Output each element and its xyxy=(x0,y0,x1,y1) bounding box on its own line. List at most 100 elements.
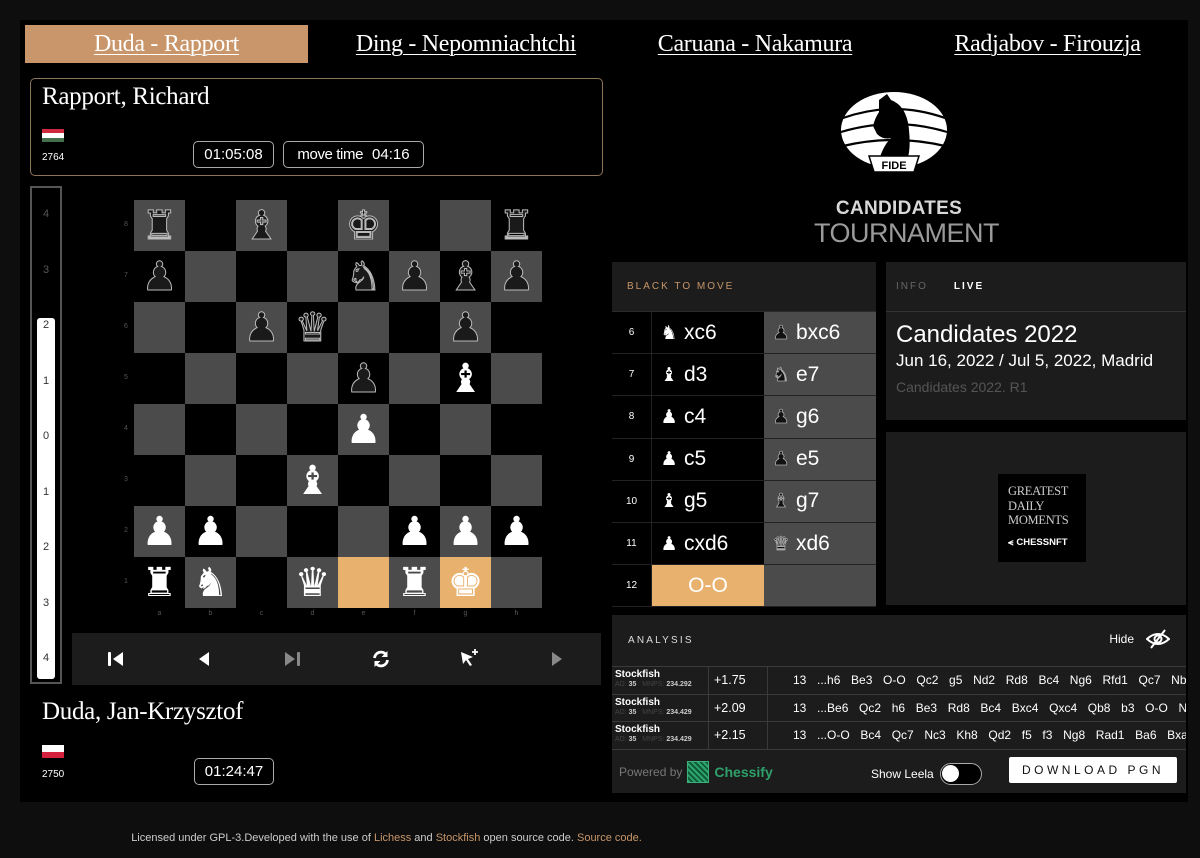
white-pawn-icon[interactable]: ♟ xyxy=(142,512,178,552)
square-g3[interactable] xyxy=(440,455,491,506)
square-h3[interactable] xyxy=(491,455,542,506)
first-move-button[interactable] xyxy=(96,639,136,679)
black-pawn-icon[interactable]: ♟ xyxy=(345,358,382,399)
square-e1[interactable] xyxy=(338,557,389,608)
square-b3[interactable] xyxy=(185,455,236,506)
last-move-button[interactable] xyxy=(272,639,312,679)
tab-live[interactable]: LIVE xyxy=(954,281,984,292)
black-pawn-icon[interactable]: ♟ xyxy=(447,307,484,348)
square-f2[interactable]: ♟ xyxy=(389,506,440,557)
square-a7[interactable]: ♟ xyxy=(134,251,185,302)
square-b6[interactable] xyxy=(185,302,236,353)
square-d8[interactable] xyxy=(287,200,338,251)
square-c3[interactable] xyxy=(236,455,287,506)
principal-variation[interactable]: 13 ...h6 Be3 O-O Qc2 g5 Nd2 Rd8 Bc4 Ng6 … xyxy=(768,667,1186,694)
square-e3[interactable] xyxy=(338,455,389,506)
tab-info[interactable]: INFO xyxy=(896,281,928,292)
square-f5[interactable] xyxy=(389,353,440,404)
square-b1[interactable]: ♞ xyxy=(185,557,236,608)
white-pawn-icon[interactable]: ♟ xyxy=(448,512,484,552)
square-b4[interactable] xyxy=(185,404,236,455)
black-pawn-icon[interactable]: ♟ xyxy=(498,256,535,297)
square-b8[interactable] xyxy=(185,200,236,251)
black-move[interactable]: ♝ g7 xyxy=(764,480,876,522)
square-c4[interactable] xyxy=(236,404,287,455)
square-b5[interactable] xyxy=(185,353,236,404)
square-f4[interactable] xyxy=(389,404,440,455)
black-pawn-icon[interactable]: ♟ xyxy=(243,307,280,348)
square-d2[interactable] xyxy=(287,506,338,557)
square-a3[interactable] xyxy=(134,455,185,506)
principal-variation[interactable]: 13 ...O-O Bc4 Qc7 Nc3 Kh8 Qd2 f5 f3 Ng8 … xyxy=(768,722,1186,749)
square-h1[interactable] xyxy=(491,557,542,608)
black-rook-icon[interactable]: ♜ xyxy=(498,205,535,246)
square-d6[interactable]: ♛ xyxy=(287,302,338,353)
black-bishop-icon[interactable]: ♝ xyxy=(447,256,484,297)
square-h5[interactable] xyxy=(491,353,542,404)
next-move-button[interactable] xyxy=(537,639,577,679)
square-h2[interactable]: ♟ xyxy=(491,506,542,557)
square-h7[interactable]: ♟ xyxy=(491,251,542,302)
square-h8[interactable]: ♜ xyxy=(491,200,542,251)
stockfish-link[interactable]: Stockfish xyxy=(436,832,481,844)
analysis-line[interactable]: Stockfish AD: 35 MNPS: 234.292 +1.75 13 ...… xyxy=(612,667,1186,695)
show-leela-toggle[interactable] xyxy=(939,762,982,785)
principal-variation[interactable]: 13 ...Be6 Qc2 h6 Be3 Rd8 Bc4 Bxc4 Qxc4 Q… xyxy=(768,695,1186,722)
square-g4[interactable] xyxy=(440,404,491,455)
black-move[interactable]: ♟ g6 xyxy=(764,396,876,438)
square-e6[interactable] xyxy=(338,302,389,353)
black-pawn-icon[interactable]: ♟ xyxy=(396,256,433,297)
square-c5[interactable] xyxy=(236,353,287,404)
chessnft-banner[interactable]: GREATEST DAILY MOMENTS ⪪ CHESSNFT xyxy=(998,474,1086,562)
analysis-line[interactable]: Stockfish AD: 35 MNPS: 234.429 +2.09 13 ...… xyxy=(612,694,1186,722)
square-d4[interactable] xyxy=(287,404,338,455)
white-move[interactable]: O-O xyxy=(652,565,764,607)
white-move[interactable]: ♞ xc6 xyxy=(652,312,764,354)
square-f7[interactable]: ♟ xyxy=(389,251,440,302)
black-pawn-icon[interactable]: ♟ xyxy=(141,256,178,297)
square-h4[interactable] xyxy=(491,404,542,455)
white-move[interactable]: ♟ c5 xyxy=(652,438,764,480)
square-c6[interactable]: ♟ xyxy=(236,302,287,353)
white-pawn-icon[interactable]: ♟ xyxy=(193,512,229,552)
download-pgn-button[interactable]: DOWNLOAD PGN xyxy=(1009,756,1177,783)
square-c2[interactable] xyxy=(236,506,287,557)
source-code-link[interactable]: Source code. xyxy=(577,832,642,844)
square-g2[interactable]: ♟ xyxy=(440,506,491,557)
square-a2[interactable]: ♟ xyxy=(134,506,185,557)
black-move[interactable]: ♞ e7 xyxy=(764,354,876,396)
square-e2[interactable] xyxy=(338,506,389,557)
black-rook-icon[interactable]: ♜ xyxy=(141,205,178,246)
square-g5[interactable]: ♝ xyxy=(440,353,491,404)
tab-radjabov-firouzja[interactable]: Radjabov - Firouzja xyxy=(900,25,1195,63)
square-e7[interactable]: ♞ xyxy=(338,251,389,302)
black-knight-icon[interactable]: ♞ xyxy=(345,256,382,297)
square-g7[interactable]: ♝ xyxy=(440,251,491,302)
square-h6[interactable] xyxy=(491,302,542,353)
white-move[interactable]: ♝ g5 xyxy=(652,480,764,522)
square-a6[interactable] xyxy=(134,302,185,353)
black-queen-icon[interactable]: ♛ xyxy=(294,307,331,348)
square-b2[interactable]: ♟ xyxy=(185,506,236,557)
analysis-line[interactable]: Stockfish AD: 35 MNPS: 234.429 +2.15 13 ...… xyxy=(612,722,1186,750)
black-move[interactable]: ♟ e5 xyxy=(764,438,876,480)
square-f1[interactable]: ♜ xyxy=(389,557,440,608)
white-move[interactable]: ♟ c4 xyxy=(652,396,764,438)
tab-ding-nepomniachtchi[interactable]: Ding - Nepomniachtchi xyxy=(320,25,612,63)
prev-move-button[interactable] xyxy=(184,639,224,679)
black-move[interactable]: ♟ bxc6 xyxy=(764,312,876,354)
square-e4[interactable]: ♟ xyxy=(338,404,389,455)
white-bishop-icon[interactable]: ♝ xyxy=(295,461,331,501)
black-bishop-icon[interactable]: ♝ xyxy=(243,205,280,246)
square-b7[interactable] xyxy=(185,251,236,302)
chess-board[interactable]: ♜ ♝ ♚ ♜ ♟ ♞ ♟ ♝ ♟ ♟ ♛ ♟ ♟ ♝ ♟ ♝ ♟ ♟ ♟ ♟ ♟ ♜ ♞ ♛ ♜ ♚ xyxy=(134,200,542,608)
white-move[interactable]: ♟ cxd6 xyxy=(652,522,764,565)
white-move[interactable]: ♝ d3 xyxy=(652,354,764,396)
square-g6[interactable]: ♟ xyxy=(440,302,491,353)
tab-duda-rapport[interactable]: Duda - Rapport xyxy=(25,25,308,63)
white-rook-icon[interactable]: ♜ xyxy=(142,563,178,603)
square-f8[interactable] xyxy=(389,200,440,251)
square-a8[interactable]: ♜ xyxy=(134,200,185,251)
white-pawn-icon[interactable]: ♟ xyxy=(346,410,382,450)
flip-board-button[interactable] xyxy=(361,639,401,679)
